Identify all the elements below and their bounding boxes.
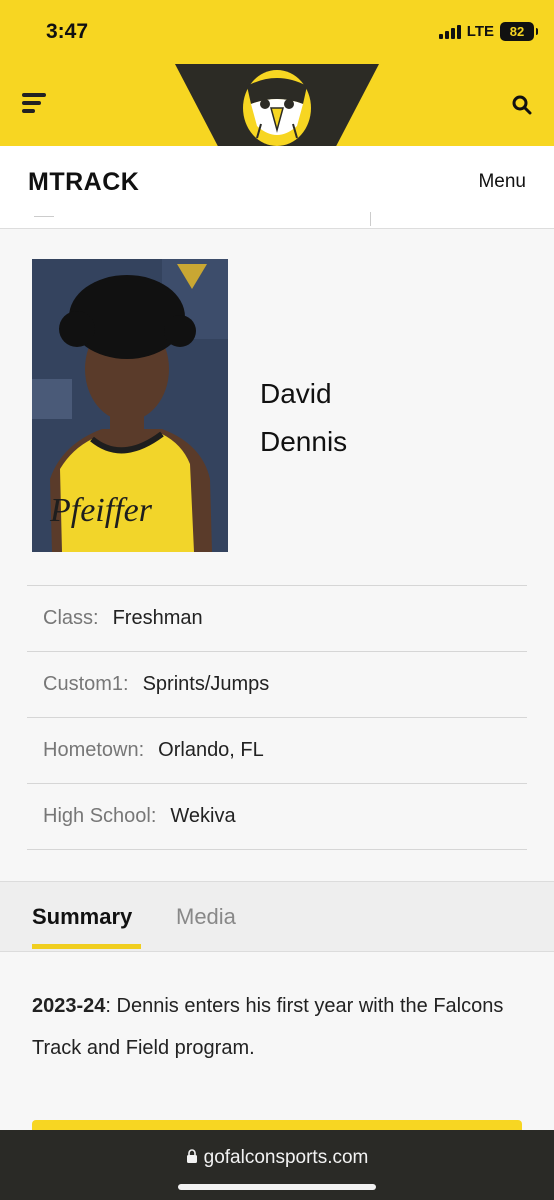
athlete-name: David Dennis (260, 370, 347, 466)
info-label: High School: (43, 805, 157, 827)
home-indicator[interactable] (178, 1184, 376, 1190)
battery-icon: 82 (500, 22, 538, 41)
info-value: Sprints/Jumps (142, 673, 270, 695)
divider (34, 216, 54, 217)
bio-summary: 2023-24: Dennis enters his first year wi… (32, 985, 512, 1069)
info-value: Wekiva (170, 805, 236, 827)
first-name: David (260, 378, 332, 409)
site-header: 3:47 LTE 82 (0, 0, 554, 150)
network-type: LTE (466, 23, 494, 40)
bio-tabs: Summary Media (0, 881, 554, 952)
info-label: Class: (43, 607, 99, 629)
url-text: gofalconsports.com (203, 1147, 369, 1168)
signal-icon (438, 24, 461, 39)
url-field[interactable]: gofalconsports.com (0, 1147, 554, 1169)
athlete-info-list: Class: Freshman Custom1: Sprints/Jumps H… (27, 585, 527, 850)
browser-address-bar[interactable]: gofalconsports.com (0, 1130, 554, 1200)
summary-year: 2023-24 (32, 995, 106, 1017)
menu-button[interactable]: Menu (478, 171, 526, 193)
search-icon[interactable] (512, 95, 532, 115)
status-indicators: LTE 82 (438, 22, 538, 41)
athlete-photo: Pfeiffer (32, 259, 228, 552)
hamburger-icon[interactable] (22, 93, 46, 115)
last-name: Dennis (260, 426, 348, 457)
info-row-custom1: Custom1: Sprints/Jumps (27, 651, 527, 717)
sub-navigation: MTRACK Menu (0, 146, 554, 229)
tab-media[interactable]: Media (176, 904, 236, 930)
info-value: Freshman (112, 607, 203, 629)
status-time: 3:47 (46, 20, 89, 43)
athlete-photo-illustration: Pfeiffer (32, 259, 228, 552)
info-label: Custom1: (43, 673, 129, 695)
tab-summary[interactable]: Summary (32, 904, 132, 930)
info-row-hometown: Hometown: Orlando, FL (27, 717, 527, 783)
info-row-class: Class: Freshman (27, 585, 527, 651)
info-row-high-school: High School: Wekiva (27, 783, 527, 850)
lock-icon (186, 1149, 197, 1163)
page-title[interactable]: MTRACK (28, 168, 139, 197)
info-value: Orlando, FL (158, 739, 264, 761)
divider (370, 212, 371, 226)
active-tab-indicator (32, 944, 141, 949)
falcon-head-icon[interactable] (237, 64, 317, 150)
info-label: Hometown: (43, 739, 145, 761)
svg-text:Pfeiffer: Pfeiffer (49, 492, 153, 529)
